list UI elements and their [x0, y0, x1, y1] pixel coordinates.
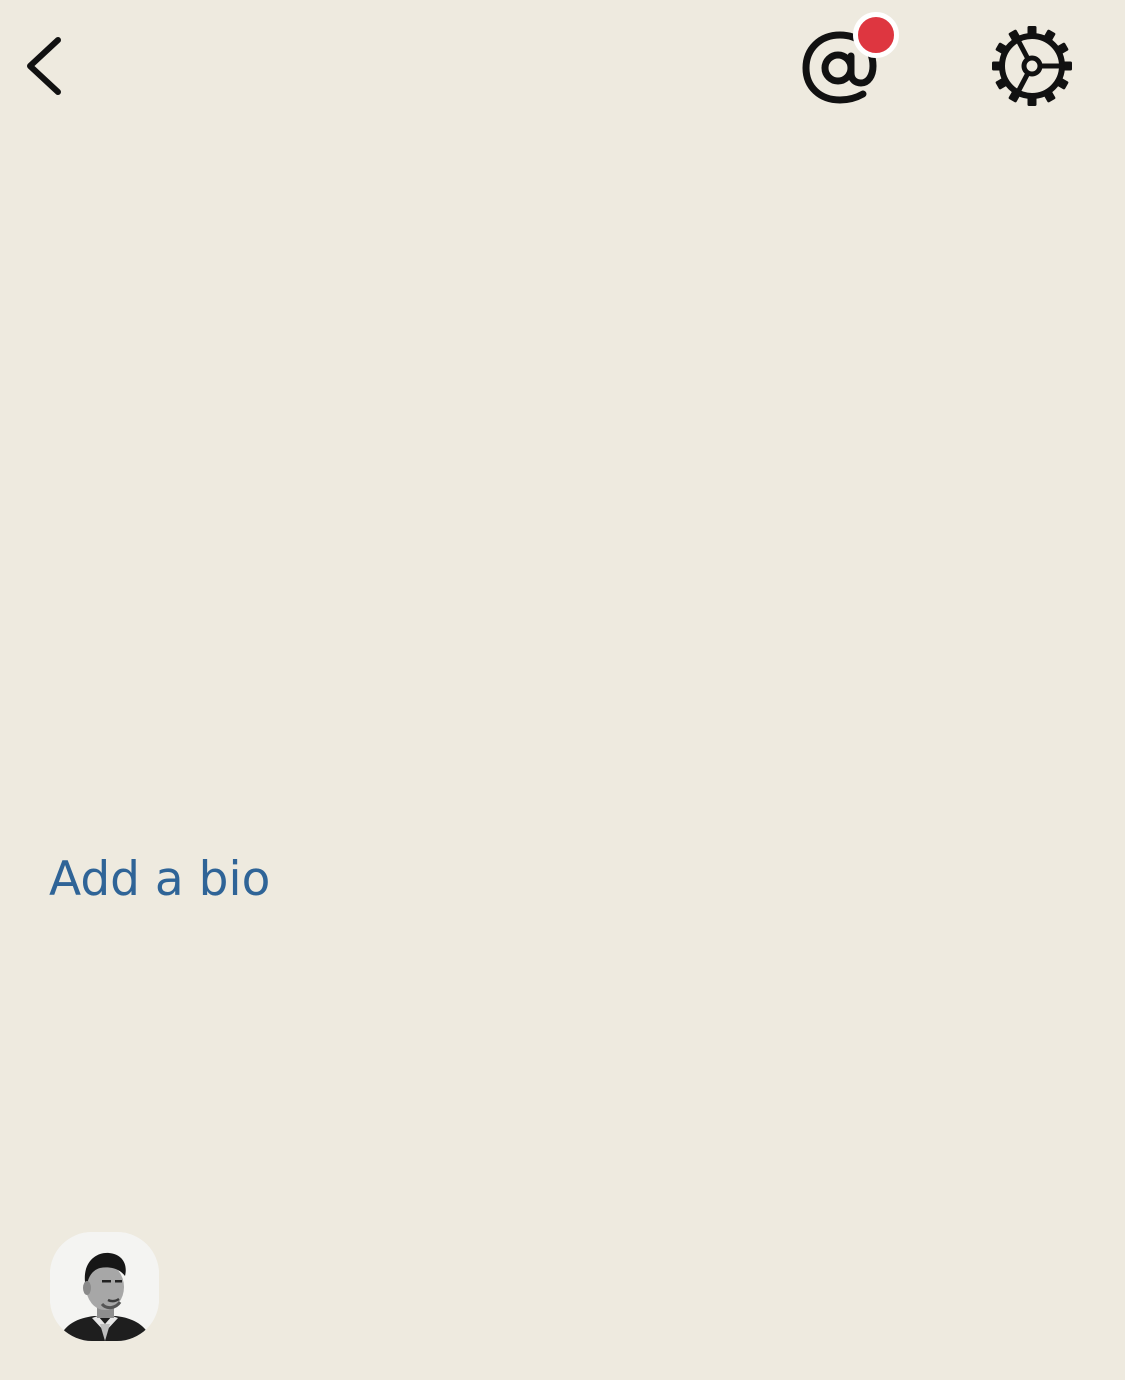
profile-screen: Add a bio [0, 0, 1125, 1380]
notification-dot [853, 12, 899, 58]
avatar[interactable] [50, 1232, 159, 1341]
settings-button[interactable] [988, 20, 1078, 112]
chevron-left-icon [27, 37, 61, 95]
back-button[interactable] [14, 28, 74, 104]
gear-icon [992, 26, 1072, 106]
mentions-button[interactable] [800, 10, 910, 110]
add-bio-link[interactable]: Add a bio [49, 850, 270, 910]
user-avatar-photo [50, 1232, 159, 1341]
